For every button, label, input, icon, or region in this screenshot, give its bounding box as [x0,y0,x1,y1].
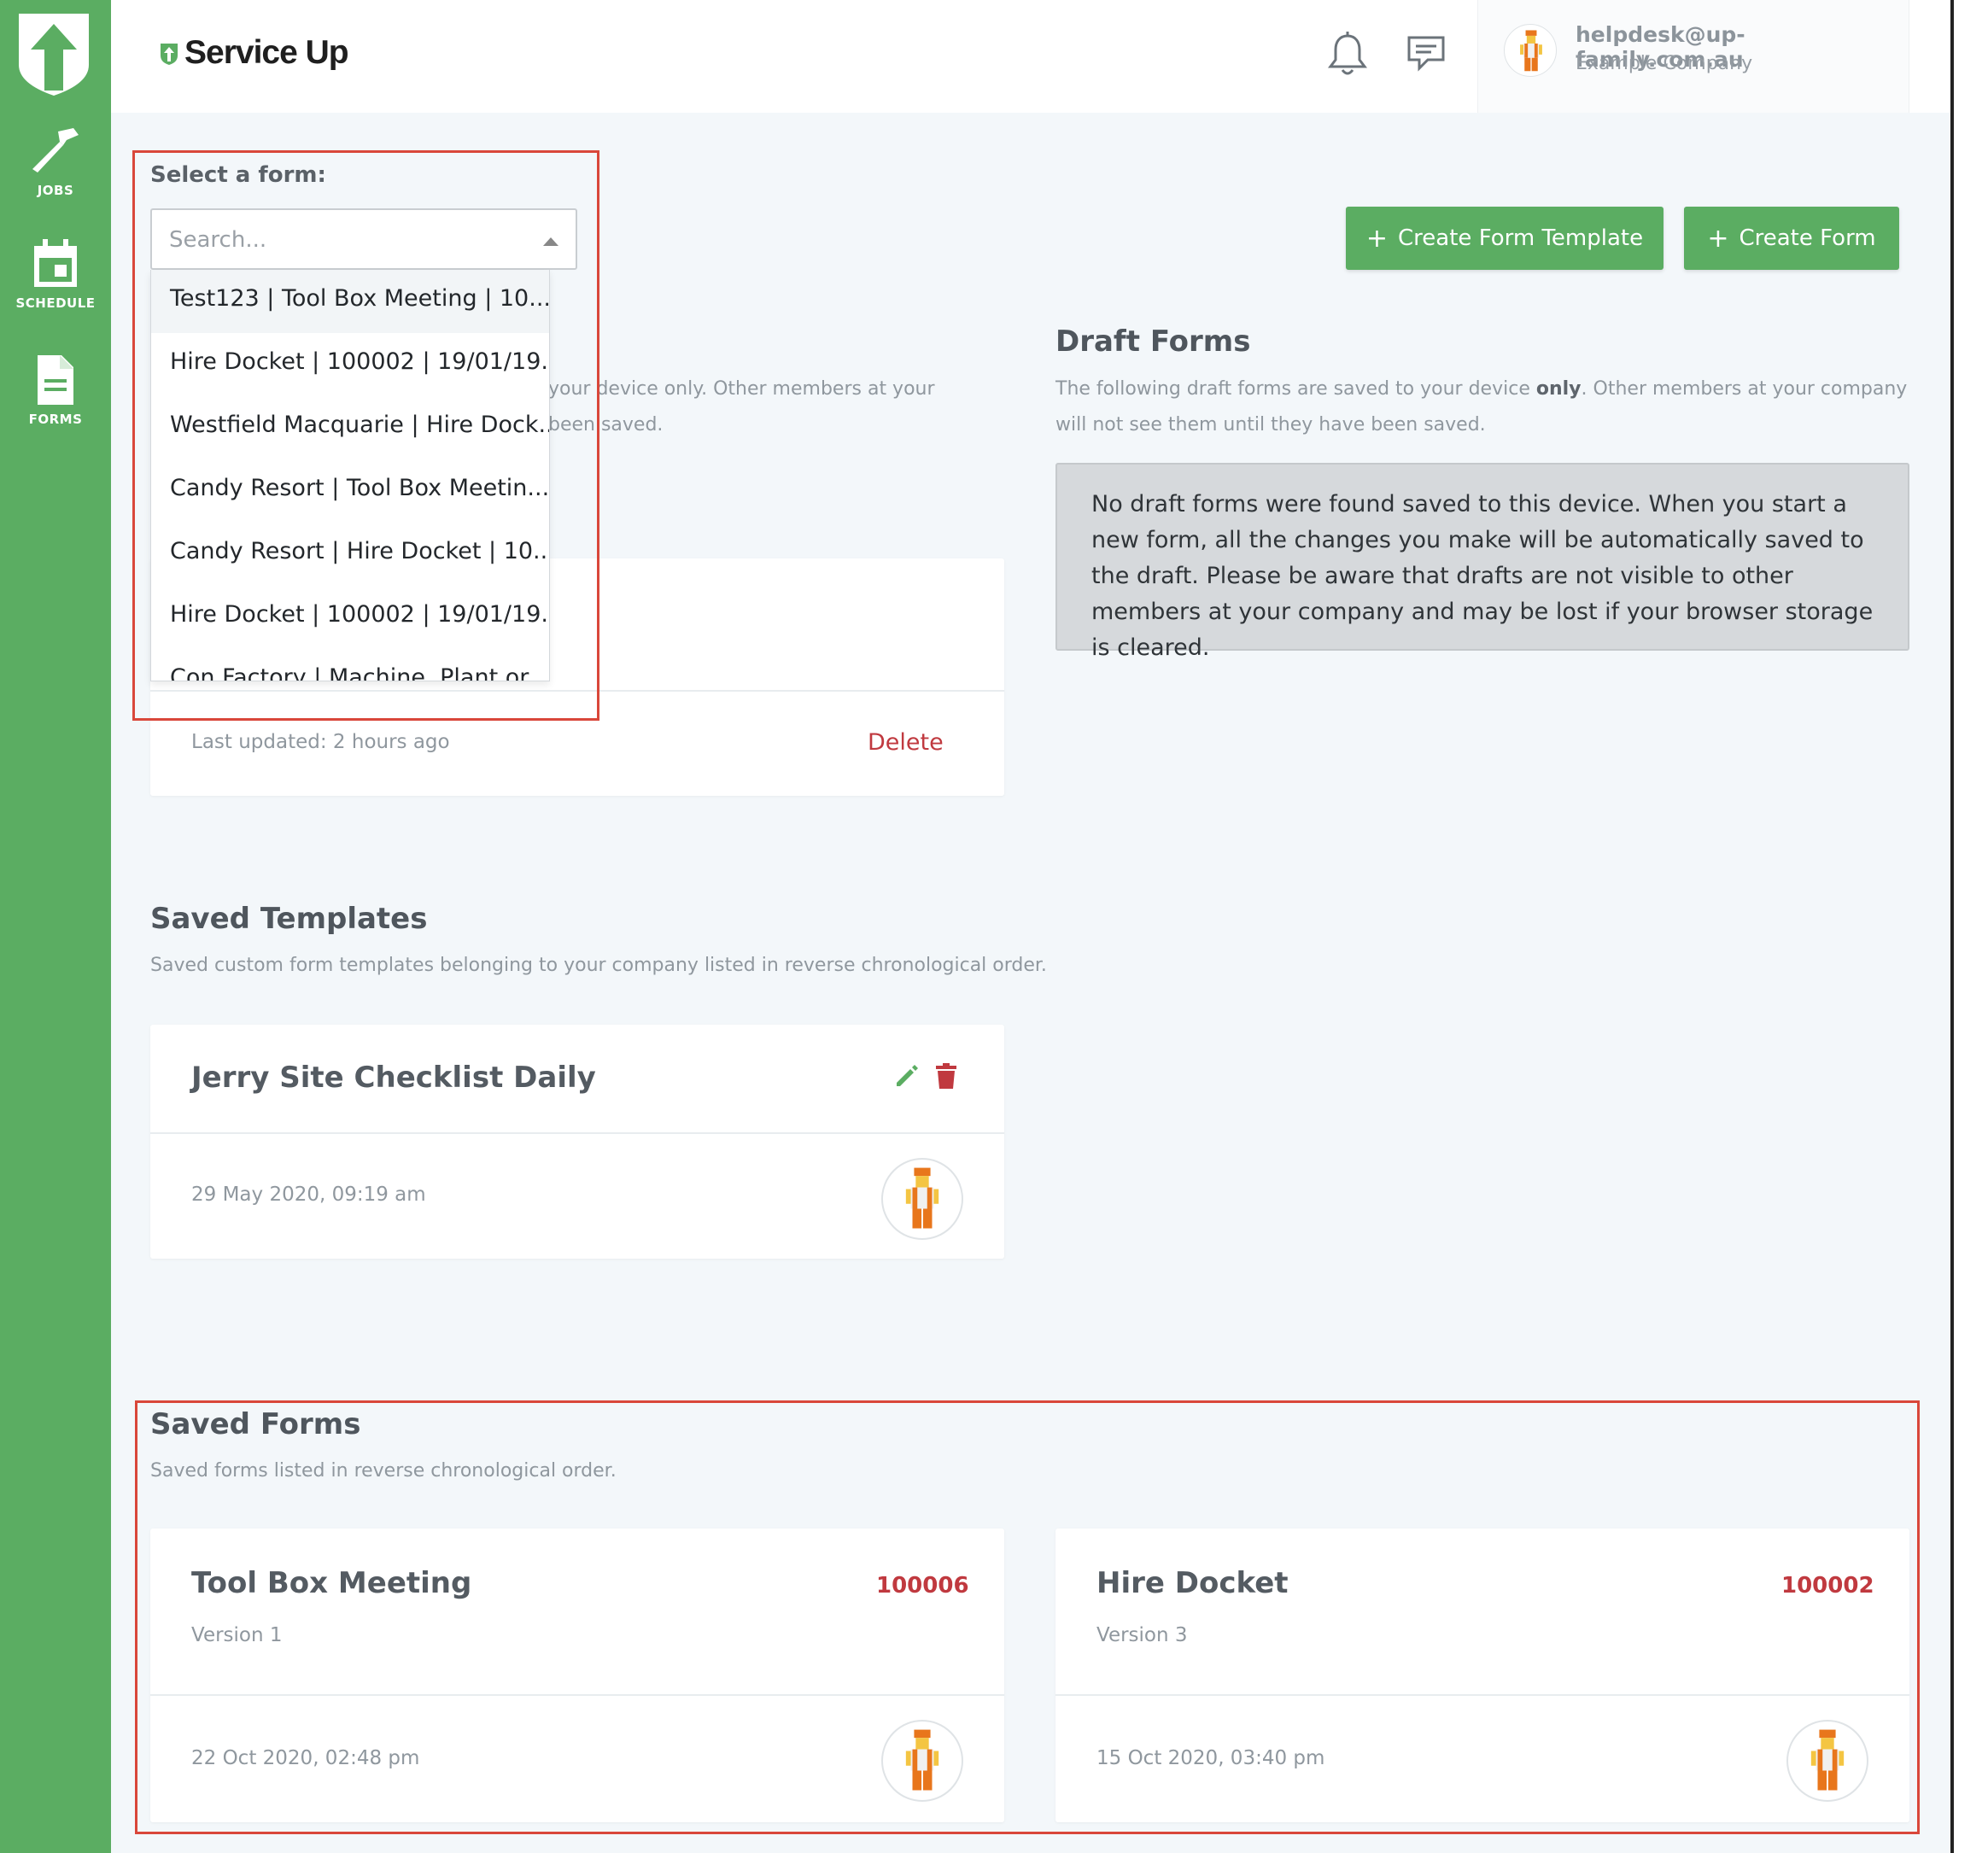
sidebar-item-label: JOBS [37,183,74,198]
saved-form-name: Hire Docket [1096,1566,1289,1600]
create-form-button[interactable]: + Create Form [1684,207,1899,270]
hammer-icon [32,128,79,172]
saved-form-number: 100002 [1781,1573,1874,1599]
user-company: Example Company [1576,53,1753,74]
bell-icon[interactable] [1327,31,1368,77]
draft-desc-post: . Other members at your company [1581,378,1908,400]
sidebar-item-label: SCHEDULE [15,295,96,311]
left-drafts-desc: your device only. Other members at your … [548,371,935,443]
create-form-template-button[interactable]: + Create Form Template [1346,207,1663,270]
draft-forms-title: Draft Forms [1055,324,1251,359]
brand-logo[interactable]: Service Up [159,34,349,72]
select-form-option[interactable]: Con Factory | Machine, Plant or... [151,649,549,681]
avatar[interactable] [881,1720,963,1802]
template-date: 29 May 2020, 09:19 am [191,1184,426,1206]
saved-templates-desc: Saved custom form templates belonging to… [150,955,1047,976]
select-form-option[interactable]: Westfield Macquarie | Hire Dock... [151,396,549,459]
left-drafts-desc-line1: your device only. Other members at your [548,378,935,400]
saved-form-date: 22 Oct 2020, 02:48 pm [191,1747,420,1769]
saved-form-name: Tool Box Meeting [191,1566,472,1600]
saved-form-version: Version 3 [1096,1624,1188,1646]
avatar [1504,24,1557,77]
select-form-label: Select a form: [150,162,326,188]
saved-form-version: Version 1 [191,1624,283,1646]
card-divider [150,690,1004,692]
select-form-search-input[interactable]: Search... [150,208,577,270]
message-icon[interactable] [1406,34,1447,72]
select-form-option[interactable]: Candy Resort | Tool Box Meetin... [151,459,549,523]
select-form-option[interactable]: Hire Docket | 100002 | 19/01/19... [151,333,549,396]
saved-form-number: 100006 [876,1573,969,1599]
select-form-option[interactable]: Candy Resort | Hire Docket | 10... [151,523,549,586]
draft-desc-bold: only [1535,378,1582,400]
brand-name: Service Up [184,34,349,71]
avatar[interactable] [881,1158,963,1240]
no-drafts-notice: No draft forms were found saved to this … [1055,463,1909,661]
delete-draft-link[interactable]: Delete [868,729,944,756]
plus-icon: + [1707,223,1729,254]
template-card[interactable]: Jerry Site Checklist Daily 29 May 2020, … [150,1025,1004,1259]
sidebar-item-jobs[interactable]: JOBS [0,125,111,198]
plus-icon: + [1365,223,1389,254]
service-up-logo-icon[interactable] [17,12,91,97]
sidebar-item-schedule[interactable]: SCHEDULE [0,237,111,311]
edit-pencil-icon[interactable] [893,1062,921,1090]
document-icon [38,355,73,405]
worker-avatar-icon [1520,30,1542,72]
saved-form-card[interactable]: Hire Docket 100002 Version 3 15 Oct 2020… [1055,1529,1909,1822]
select-form-option[interactable]: Test123 | Tool Box Meeting | 10... [151,270,549,333]
worker-avatar-icon [905,1167,939,1229]
left-drafts-desc-line2: been saved. [548,414,664,435]
sidebar-item-forms[interactable]: FORMS [0,354,111,427]
create-form-template-label: Create Form Template [1398,225,1644,251]
caret-up-icon[interactable] [543,237,558,246]
create-form-label: Create Form [1739,225,1876,251]
sidebar: JOBS SCHEDULE FORMS [0,0,111,1853]
draft-desc-line2: will not see them until they have been s… [1055,414,1486,435]
card-divider [1055,1694,1909,1696]
worker-avatar-icon [1810,1729,1845,1791]
user-menu[interactable]: helpdesk@up-family.com.au Example Compan… [1477,0,1909,113]
saved-forms-desc: Saved forms listed in reverse chronologi… [150,1460,617,1482]
card-divider [150,1132,1004,1134]
saved-form-card[interactable]: Tool Box Meeting 100006 Version 1 22 Oct… [150,1529,1004,1822]
template-name: Jerry Site Checklist Daily [191,1061,596,1095]
window-edge [1950,0,1988,1853]
select-form-option[interactable]: Hire Docket | 100002 | 19/01/19... [151,586,549,649]
draft-desc-pre: The following draft forms are saved to y… [1055,378,1536,400]
card-divider [150,1694,1004,1696]
draft-last-updated: Last updated: 2 hours ago [191,731,450,753]
search-placeholder: Search... [169,227,267,253]
sidebar-item-label: FORMS [28,412,83,427]
saved-templates-title: Saved Templates [150,902,428,936]
saved-form-date: 15 Oct 2020, 03:40 pm [1096,1747,1325,1769]
draft-forms-desc: The following draft forms are saved to y… [1055,371,1907,443]
select-form-menu: Test123 | Tool Box Meeting | 10... Hire … [150,270,550,681]
top-header: Service Up helpdesk@up-family.com.au Exa… [111,0,1950,113]
worker-avatar-icon [905,1729,939,1791]
saved-forms-title: Saved Forms [150,1407,361,1441]
calendar-icon [34,239,77,287]
avatar[interactable] [1786,1720,1868,1802]
trash-icon[interactable] [934,1062,958,1090]
app-frame: JOBS SCHEDULE FORMS Service Up helpdesk@… [0,0,1950,1853]
service-up-mark-icon [161,44,178,65]
